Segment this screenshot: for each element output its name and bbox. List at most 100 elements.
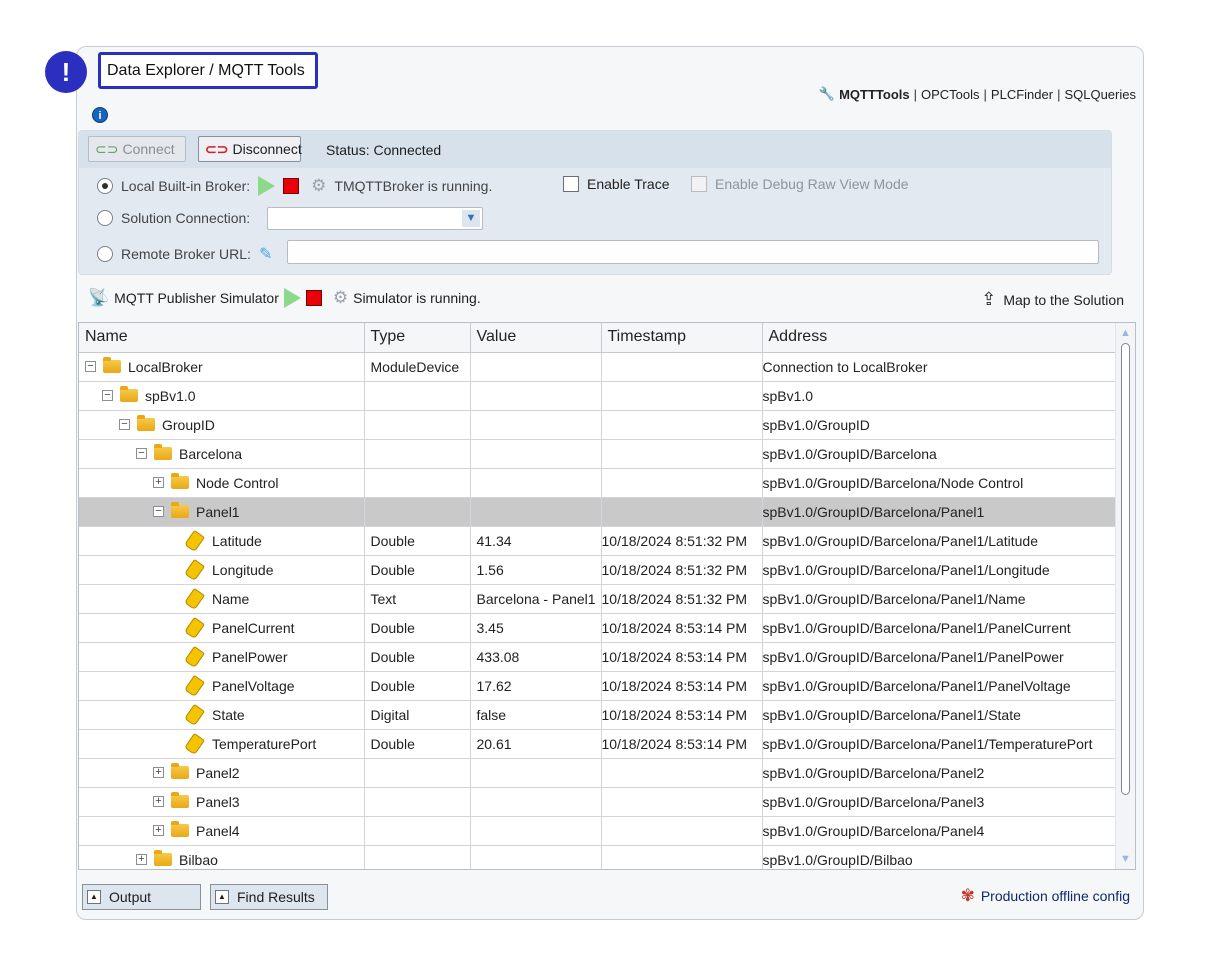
enable-trace-checkbox[interactable] (563, 176, 579, 192)
collapse-icon[interactable]: − (85, 361, 96, 372)
expand-icon[interactable]: + (153, 767, 164, 778)
cell-value (470, 352, 602, 382)
local-broker-radio[interactable] (97, 178, 113, 194)
tree-node: State (85, 703, 363, 726)
tree-node: − LocalBroker (85, 357, 363, 375)
enable-trace-option: Enable Trace (563, 176, 670, 192)
table-row[interactable]: − Barcelona spBv1.0/GroupID/Barcelona (79, 439, 1116, 469)
tree-node: + Bilbao (85, 850, 363, 868)
collapse-icon[interactable]: − (136, 448, 147, 459)
find-results-button[interactable]: ▲ Find Results (210, 884, 328, 910)
data-table: Name Type Value Timestamp Address − Local… (79, 323, 1116, 869)
expand-icon[interactable]: + (153, 825, 164, 836)
cell-type: Text (364, 584, 471, 614)
gear-icon[interactable]: ⚙ (311, 177, 326, 194)
tag-icon (184, 558, 205, 581)
folder-icon (154, 444, 172, 460)
column-header-name[interactable]: Name (79, 323, 365, 353)
cell-type: Double (364, 613, 471, 643)
tag-icon (184, 529, 205, 552)
link-plcfinder[interactable]: PLCFinder (991, 87, 1053, 102)
cell-value: 1.56 (470, 555, 602, 585)
table-row[interactable]: + Panel2 spBv1.0/GroupID/Barcelona/Panel2 (79, 758, 1116, 788)
cell-type (364, 787, 471, 817)
table-row[interactable]: + Panel3 spBv1.0/GroupID/Barcelona/Panel3 (79, 787, 1116, 817)
tree-node: + Panel4 (85, 821, 363, 839)
link-opctools[interactable]: OPCTools (921, 87, 980, 102)
collapse-icon[interactable]: − (119, 419, 130, 430)
table-row[interactable]: + Node Control spBv1.0/GroupID/Barcelona/N… (79, 468, 1116, 498)
column-header-timestamp[interactable]: Timestamp (601, 323, 763, 353)
table-row[interactable]: Latitude Double 41.34 10/18/2024 8:51:32 PM… (79, 526, 1116, 556)
tree-node: − spBv1.0 (85, 386, 363, 404)
chevron-down-icon[interactable]: ▼ (462, 210, 480, 227)
column-header-type[interactable]: Type (364, 323, 471, 353)
collapse-icon[interactable]: − (102, 390, 113, 401)
scroll-down-icon[interactable]: ▼ (1120, 853, 1131, 865)
cell-address: spBv1.0/GroupID/Barcelona/Panel1/Latitud… (762, 526, 1116, 556)
disconnect-button[interactable]: ⊂⊃ Disconnect (198, 136, 302, 162)
table-row[interactable]: Name Text Barcelona - Panel1 10/18/2024 8:5… (79, 584, 1116, 614)
simulator-play-icon[interactable] (283, 288, 301, 308)
production-config-link[interactable]: ✾ Production offline config (961, 886, 1130, 906)
enable-debug-checkbox[interactable] (691, 176, 707, 192)
connect-label: Connect (122, 141, 175, 157)
cell-value: 41.34 (470, 526, 602, 556)
table-row[interactable]: + Bilbao spBv1.0/GroupID/Bilbao (79, 845, 1116, 869)
cell-value (470, 758, 602, 788)
cell-value (470, 381, 602, 411)
tree-node: Longitude (85, 558, 363, 581)
simulator-gear-icon[interactable]: ⚙ (333, 289, 348, 306)
cell-name: + Panel3 (79, 787, 365, 817)
tree-node: PanelCurrent (85, 616, 363, 639)
table-row[interactable]: − Panel1 spBv1.0/GroupID/Barcelona/Panel1 (79, 497, 1116, 527)
expand-icon[interactable]: + (153, 477, 164, 488)
scroll-up-icon[interactable]: ▲ (1120, 327, 1131, 339)
edit-icon[interactable]: ✎ (259, 244, 272, 264)
cell-address: spBv1.0/GroupID/Barcelona/Panel1/PanelPo… (762, 642, 1116, 672)
play-icon[interactable] (258, 176, 276, 196)
cell-name: Name (79, 584, 365, 614)
node-label: Latitude (212, 532, 262, 549)
scroll-thumb[interactable] (1121, 343, 1130, 795)
table-row[interactable]: − GroupID spBv1.0/GroupID (79, 410, 1116, 440)
remote-broker-radio[interactable] (97, 246, 113, 262)
table-row[interactable]: TemperaturePort Double 20.61 10/18/2024 8:5… (79, 729, 1116, 759)
table-row[interactable]: − LocalBroker ModuleDevice Connection to Lo… (79, 352, 1116, 382)
caret-up-icon: ▲ (215, 890, 229, 904)
table-row[interactable]: PanelVoltage Double 17.62 10/18/2024 8:53:1… (79, 671, 1116, 701)
expand-icon[interactable]: + (153, 796, 164, 807)
table-row[interactable]: Longitude Double 1.56 10/18/2024 8:51:32 PM… (79, 555, 1116, 585)
stop-icon[interactable] (283, 178, 300, 194)
remote-broker-url-input[interactable] (287, 240, 1099, 264)
node-label: Longitude (212, 561, 274, 578)
link-sqlqueries[interactable]: SQLQueries (1064, 87, 1136, 102)
column-header-value[interactable]: Value (470, 323, 602, 353)
cell-type (364, 758, 471, 788)
table-row[interactable]: − spBv1.0 spBv1.0 (79, 381, 1116, 411)
table-row[interactable]: State Digital false 10/18/2024 8:53:14 PM sp… (79, 700, 1116, 730)
info-icon[interactable]: i (92, 107, 108, 123)
collapse-icon[interactable]: − (153, 506, 164, 517)
cell-value (470, 787, 602, 817)
cell-timestamp (601, 845, 763, 869)
cell-type (364, 410, 471, 440)
node-label: Node Control (196, 474, 279, 491)
local-broker-option: Local Built-in Broker: ⚙ TMQTTBroker is … (97, 176, 492, 196)
simulator-stop-icon[interactable] (305, 290, 322, 306)
solution-connection-select[interactable]: ▼ (267, 207, 483, 230)
expand-icon[interactable]: + (136, 854, 147, 865)
solution-connection-radio[interactable] (97, 210, 113, 226)
find-results-label: Find Results (237, 889, 315, 905)
cell-address: spBv1.0/GroupID/Barcelona (762, 439, 1116, 469)
connect-button[interactable]: ⊂⊃ Connect (88, 136, 186, 162)
callout-badge: ! (45, 51, 87, 93)
output-button[interactable]: ▲ Output (82, 884, 201, 910)
table-row[interactable]: + Panel4 spBv1.0/GroupID/Barcelona/Panel4 (79, 816, 1116, 846)
table-row[interactable]: PanelCurrent Double 3.45 10/18/2024 8:53:14… (79, 613, 1116, 643)
map-to-solution-button[interactable]: ⇪ Map to the Solution (981, 289, 1124, 310)
table-row[interactable]: PanelPower Double 433.08 10/18/2024 8:53:14… (79, 642, 1116, 672)
link-mqtttools[interactable]: MQTTTools (839, 87, 910, 102)
column-header-address[interactable]: Address (762, 323, 1116, 353)
vertical-scrollbar[interactable]: ▲ ▼ (1115, 323, 1135, 869)
